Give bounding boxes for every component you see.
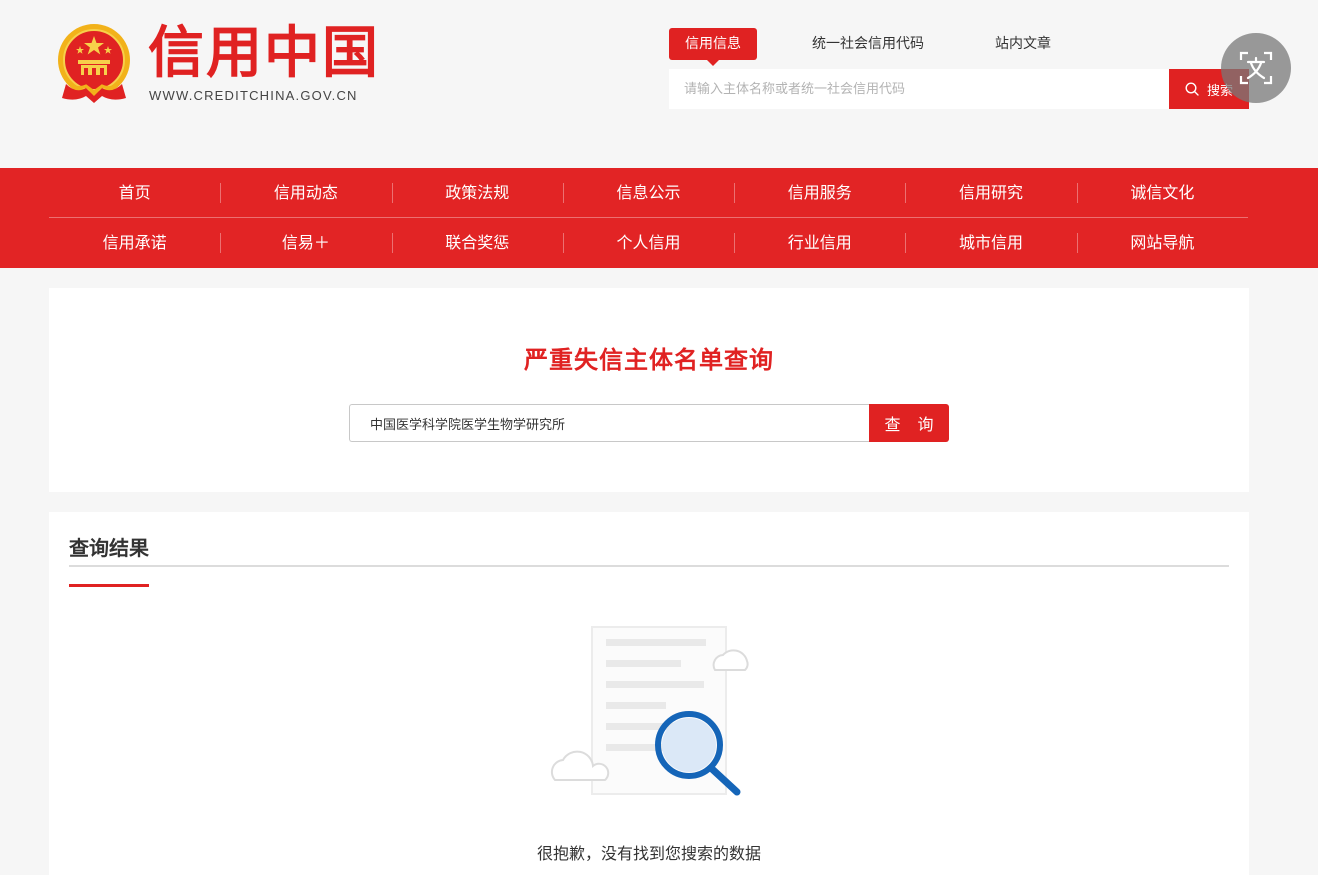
site-logo-url: WWW.CREDITCHINA.GOV.CN bbox=[149, 88, 358, 103]
site-header: 信用中国 WWW.CREDITCHINA.GOV.CN 信用信息 统一社会信用代… bbox=[0, 0, 1318, 168]
nav-item-xinyi-plus[interactable]: 信易＋ bbox=[220, 218, 391, 268]
nav-item-policies[interactable]: 政策法规 bbox=[391, 168, 563, 217]
tab-social-credit-code[interactable]: 统一社会信用代码 bbox=[812, 28, 924, 60]
translate-button[interactable] bbox=[1221, 33, 1291, 103]
nav-item-credit-services[interactable]: 信用服务 bbox=[734, 168, 905, 217]
no-data-illustration-icon bbox=[550, 626, 749, 796]
result-panel: 查询结果 很抱歉，没有找到您搜索的数据 bbox=[49, 512, 1249, 875]
nav-item-joint-rewards-punishments[interactable]: 联合奖惩 bbox=[391, 218, 563, 268]
nav-item-home[interactable]: 首页 bbox=[49, 168, 220, 217]
tab-credit-info[interactable]: 信用信息 bbox=[669, 28, 757, 66]
query-page-title: 严重失信主体名单查询 bbox=[524, 346, 774, 374]
tab-site-articles[interactable]: 站内文章 bbox=[995, 28, 1051, 60]
nav-row-2: 信用承诺 信易＋ 联合奖惩 个人信用 行业信用 城市信用 网站导航 bbox=[49, 218, 1248, 268]
result-title: 查询结果 bbox=[69, 532, 149, 587]
main-navigation: 首页 信用动态 政策法规 信息公示 信用服务 信用研究 诚信文化 信用承诺 信易… bbox=[0, 168, 1318, 268]
query-panel: 严重失信主体名单查询 查 询 bbox=[49, 288, 1249, 492]
header-search-input[interactable] bbox=[669, 69, 1169, 109]
subject-name-input[interactable] bbox=[349, 404, 870, 442]
header-search-bar: 搜索 bbox=[669, 69, 1249, 109]
nav-row-1: 首页 信用动态 政策法规 信息公示 信用服务 信用研究 诚信文化 bbox=[49, 168, 1248, 218]
translate-icon bbox=[1239, 51, 1273, 85]
nav-item-credit-news[interactable]: 信用动态 bbox=[220, 168, 391, 217]
nav-item-info-disclosure[interactable]: 信息公示 bbox=[562, 168, 734, 217]
result-header: 查询结果 bbox=[69, 512, 1229, 587]
nav-item-site-navigation[interactable]: 网站导航 bbox=[1076, 218, 1248, 268]
empty-result-message: 很抱歉，没有找到您搜索的数据 bbox=[536, 844, 761, 863]
search-icon bbox=[1185, 82, 1199, 96]
nav-item-integrity-culture[interactable]: 诚信文化 bbox=[1076, 168, 1248, 217]
nav-item-personal-credit[interactable]: 个人信用 bbox=[562, 218, 734, 268]
query-button[interactable]: 查 询 bbox=[869, 404, 949, 442]
nav-item-city-credit[interactable]: 城市信用 bbox=[905, 218, 1076, 268]
nav-item-credit-commitment[interactable]: 信用承诺 bbox=[49, 218, 220, 268]
national-emblem-icon bbox=[58, 24, 130, 103]
site-logo-title[interactable]: 信用中国 bbox=[148, 22, 380, 86]
nav-item-industry-credit[interactable]: 行业信用 bbox=[734, 218, 905, 268]
nav-item-credit-research[interactable]: 信用研究 bbox=[905, 168, 1076, 217]
